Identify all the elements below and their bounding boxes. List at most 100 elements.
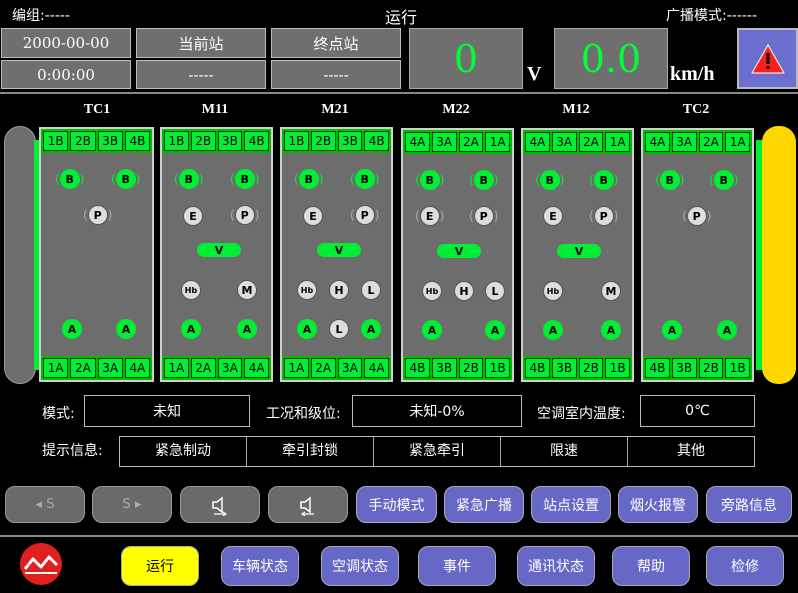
door: 3A: [671, 132, 697, 152]
door-a-indicator: A: [422, 320, 442, 340]
door: 2B: [70, 131, 96, 151]
left-bumper: [4, 126, 36, 384]
hb-indicator: Hb: [297, 280, 317, 300]
door: 3B: [551, 358, 577, 378]
manual-mode-button[interactable]: 手动模式: [356, 486, 437, 523]
car-tc2[interactable]: 4A 3A 2A 1A (B) (B) (P) A A 4B 3B 2B 1B: [641, 128, 754, 382]
door: 1A: [284, 358, 309, 378]
condition-value: 未知-0%: [352, 395, 522, 427]
brake-indicator: (B): [230, 169, 259, 189]
door: 1B: [164, 131, 189, 151]
door: 2A: [458, 132, 484, 152]
top-doors: 1B 2B 3B 4B: [162, 129, 271, 153]
speaker-left-button[interactable]: [180, 486, 260, 523]
nav-comm-status-button[interactable]: 通讯状态: [517, 546, 595, 586]
top-doors: 1B 2B 3B 4B: [282, 129, 391, 153]
brake-indicator: (B): [655, 170, 684, 190]
bypass-info-button[interactable]: 旁路信息: [706, 486, 792, 523]
door: 2A: [70, 358, 96, 378]
l-indicator: L: [329, 319, 349, 339]
door: 3B: [97, 131, 123, 151]
door: 2B: [698, 358, 724, 378]
door-a-indicator: A: [662, 320, 682, 340]
door: 4A: [525, 132, 550, 152]
top-doors: 1B 2B 3B 4B: [41, 129, 152, 153]
door: 3A: [551, 132, 577, 152]
temperature-label: 空调室内温度:: [537, 406, 626, 422]
car-m12[interactable]: 4A 3A 2A 1A (B) (B) E (P) V Hb M A A 4B …: [521, 128, 634, 382]
door: 1B: [605, 358, 630, 378]
car-title-m22: M22: [442, 102, 470, 117]
warning-triangle-icon: [750, 43, 785, 73]
h-indicator: H: [329, 280, 349, 300]
temperature-value: 0℃: [640, 395, 755, 427]
fire-alarm-button[interactable]: 烟火报警: [618, 486, 698, 523]
door: 2A: [698, 132, 724, 152]
hint-bar: 紧急制动 牵引封锁 紧急牵引 限速 其他: [119, 436, 755, 467]
door: 3B: [431, 358, 457, 378]
bottom-doors: 1A 2A 3A 4A: [41, 356, 152, 380]
brake-indicator: (B): [294, 169, 323, 189]
speed-value: 0.0: [554, 28, 668, 89]
door: 3B: [671, 358, 697, 378]
door: 3B: [217, 131, 243, 151]
door: 4A: [405, 132, 430, 152]
hb-indicator: Hb: [422, 281, 442, 301]
hb-indicator: Hb: [181, 280, 201, 300]
v-indicator: V: [197, 243, 241, 257]
door: 4B: [405, 358, 430, 378]
brake-indicator: (B): [469, 170, 498, 190]
door-a-indicator: A: [237, 319, 257, 339]
door: 4A: [645, 132, 670, 152]
door-a-indicator: A: [485, 320, 505, 340]
parking-brake-indicator: (P): [230, 205, 259, 225]
nav-run-button[interactable]: 运行: [121, 546, 199, 586]
car-m22[interactable]: 4A 3A 2A 1A (B) (B) (E) (P) V Hb H L A A…: [401, 128, 514, 382]
parking-brake-indicator: (P): [682, 206, 711, 226]
current-station-value: -----: [136, 60, 266, 89]
l-indicator: L: [485, 281, 505, 301]
brake-indicator: (B): [350, 169, 379, 189]
alarm-button[interactable]: [737, 28, 798, 89]
door-a-indicator: A: [116, 319, 136, 339]
door: 2B: [578, 358, 604, 378]
brake-indicator: (B): [415, 170, 444, 190]
nav-help-button[interactable]: 帮助: [612, 546, 690, 586]
car-title-tc2: TC2: [682, 102, 710, 117]
brake-indicator: (B): [709, 170, 738, 190]
door: 3B: [337, 131, 363, 151]
car-tc1[interactable]: 1B 2B 3B 4B (B) (B) (P) A A 1A 2A 3A 4A: [39, 127, 154, 382]
door: 1B: [284, 131, 309, 151]
car-title-m21: M21: [321, 102, 349, 117]
brake-indicator: (B): [589, 170, 618, 190]
speaker-right-button[interactable]: [268, 486, 348, 523]
door: 4B: [124, 131, 150, 151]
next-station-button[interactable]: S ▸: [92, 486, 172, 523]
emergency-broadcast-button[interactable]: 紧急广播: [444, 486, 524, 523]
nav-maintenance-button[interactable]: 检修: [706, 546, 784, 586]
e-indicator: E: [303, 206, 323, 226]
nav-vehicle-status-button[interactable]: 车辆状态: [221, 546, 299, 586]
hint-label: 提示信息:: [42, 443, 103, 459]
v-indicator: V: [437, 244, 481, 258]
car-m11[interactable]: 1B 2B 3B 4B (B) (B) E (P) V Hb M A A 1A …: [160, 127, 273, 382]
condition-label: 工况和级位:: [266, 406, 341, 422]
page-title: 运行: [385, 8, 418, 27]
door-a-indicator: A: [543, 320, 563, 340]
car-m21[interactable]: 1B 2B 3B 4B (B) (B) E (P) V Hb H L A L A…: [280, 127, 393, 382]
door: 1B: [725, 358, 750, 378]
car-title-m11: M11: [201, 102, 229, 117]
nav-ac-status-button[interactable]: 空调状态: [321, 546, 399, 586]
e-indicator: E: [543, 206, 563, 226]
nav-events-button[interactable]: 事件: [418, 546, 496, 586]
brake-indicator: (B): [111, 169, 140, 189]
train-group-label: 编组:-----: [12, 8, 70, 24]
mode-label: 模式:: [42, 406, 75, 422]
speed-unit: km/h: [670, 63, 715, 85]
parking-brake-indicator: (P): [589, 206, 618, 226]
station-setting-button[interactable]: 站点设置: [531, 486, 611, 523]
prev-station-button[interactable]: ◂ S: [5, 486, 85, 523]
door: 4A: [364, 358, 389, 378]
terminal-station-label: 终点站: [271, 28, 401, 58]
door-a-indicator: A: [717, 320, 737, 340]
